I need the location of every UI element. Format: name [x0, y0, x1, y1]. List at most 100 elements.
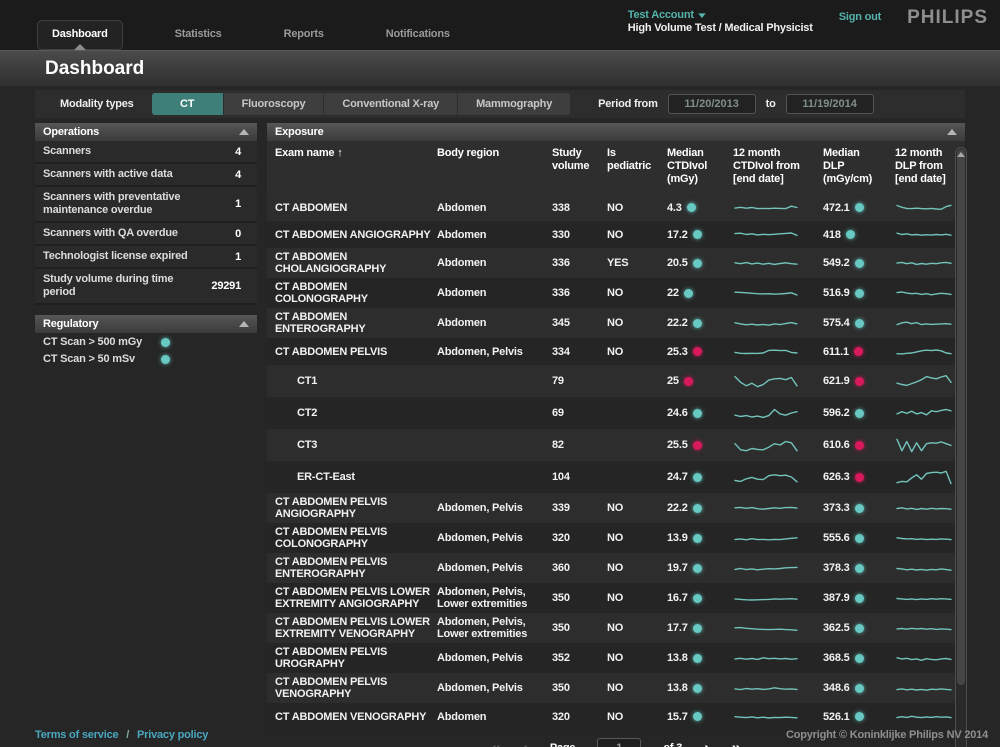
column-header[interactable]: 12 month CTDIvol from [end date]: [733, 147, 823, 186]
date-to-input[interactable]: [786, 94, 874, 114]
dlp-sparkline: [895, 681, 955, 696]
column-header[interactable]: Body region: [437, 147, 552, 186]
median-dlp-value: 362.5: [823, 622, 850, 634]
privacy-policy-link[interactable]: Privacy policy: [137, 729, 208, 741]
operations-panel-header[interactable]: Operations: [35, 123, 257, 141]
exam-name-cell[interactable]: CT ABDOMEN PELVIS ANGIOGRAPHY: [267, 496, 437, 520]
dlp-sparkline: [895, 464, 955, 490]
modality-tab-fluoroscopy[interactable]: Fluoroscopy: [224, 93, 325, 115]
median-dlp-cell: 555.6: [823, 532, 895, 544]
stat-value: 4: [235, 169, 249, 181]
median-dlp-cell: 621.9: [823, 375, 895, 387]
median-dlp-cell: 387.9: [823, 592, 895, 604]
exam-name-cell[interactable]: ER-CT-East: [267, 471, 437, 483]
exam-name-cell[interactable]: CT ABDOMEN ENTEROGRAPHY: [267, 311, 437, 335]
exam-name-cell[interactable]: CT ABDOMEN PELVIS: [267, 346, 437, 358]
operations-title: Operations: [43, 126, 99, 138]
is-pediatric-cell: NO: [607, 532, 667, 544]
column-header[interactable]: Study volume: [552, 147, 607, 186]
account-block: Test Account▼ High Volume Test / Medical…: [628, 9, 813, 35]
is-pediatric-cell: NO: [607, 682, 667, 694]
ctdivol-status-dot: [693, 259, 702, 268]
median-dlp-value: 348.6: [823, 682, 850, 694]
exam-name-cell[interactable]: CT ABDOMEN CHOLANGIOGRAPHY: [267, 251, 437, 275]
ctdivol-sparkline: [733, 316, 823, 331]
column-header[interactable]: Exam name ↑: [267, 147, 437, 186]
table-row: CT ABDOMEN PELVIS LOWER EXTREMITY ANGIOG…: [267, 583, 965, 613]
exam-name-cell[interactable]: CT ABDOMEN PELVIS LOWER EXTREMITY ANGIOG…: [267, 586, 437, 610]
median-ctdivol-cell: 13.8: [667, 682, 733, 694]
exam-name-cell[interactable]: CT ABDOMEN VENOGRAPHY: [267, 711, 437, 723]
column-header[interactable]: Median CTDIvol (mGy): [667, 147, 733, 186]
table-row: ER-CT-East10424.7626.3: [267, 461, 965, 493]
is-pediatric-cell: NO: [607, 317, 667, 329]
column-header[interactable]: 12 month DLP from [end date]: [895, 147, 955, 186]
modality-tab-mammography[interactable]: Mammography: [458, 93, 570, 115]
dlp-status-dot: [855, 203, 864, 212]
stat-label: Scanners: [43, 145, 235, 158]
ctdivol-status-dot: [693, 594, 702, 603]
median-dlp-cell: 626.3: [823, 471, 895, 483]
exam-name-cell[interactable]: CT ABDOMEN: [267, 202, 437, 214]
dlp-status-dot: [855, 473, 864, 482]
philips-logo: PHILIPS: [907, 7, 988, 29]
exam-name-cell[interactable]: CT ABDOMEN PELVIS LOWER EXTREMITY VENOGR…: [267, 616, 437, 640]
ctdivol-sparkline: [733, 256, 823, 271]
dlp-status-dot: [846, 230, 855, 239]
median-ctdivol-value: 15.7: [667, 711, 688, 723]
account-menu[interactable]: Test Account▼: [628, 9, 813, 22]
modality-tab-ct[interactable]: CT: [152, 93, 224, 115]
column-header[interactable]: Is pediatric: [607, 147, 667, 186]
period-from-label: Period from: [598, 98, 658, 110]
study-volume-cell: 350: [552, 682, 607, 694]
median-dlp-value: 611.1: [823, 346, 849, 358]
exam-name-cell[interactable]: CT ABDOMEN PELVIS COLONOGRAPHY: [267, 526, 437, 550]
modality-tab-conventional-xray[interactable]: Conventional X-ray: [324, 93, 458, 115]
stat-value: 0: [235, 228, 249, 240]
sign-out-button[interactable]: Sign out: [839, 11, 881, 23]
date-from-input[interactable]: [668, 94, 756, 114]
prev-page-icon[interactable]: ‹: [522, 739, 527, 747]
body-region-cell: Abdomen, Pelvis: [437, 502, 552, 514]
nav-tab-reports[interactable]: Reports: [274, 20, 334, 50]
ctdivol-status-dot: [693, 504, 702, 513]
nav-tab-dashboard[interactable]: Dashboard: [37, 20, 123, 50]
terms-of-service-link[interactable]: Terms of service: [35, 729, 118, 741]
study-volume-cell: 338: [552, 202, 607, 214]
scrollbar-thumb[interactable]: [957, 149, 965, 685]
nav-tab-notifications[interactable]: Notifications: [376, 20, 460, 50]
dlp-sparkline: [895, 316, 955, 331]
exam-name-cell[interactable]: CT1: [267, 375, 437, 387]
ctdivol-sparkline: [733, 501, 823, 516]
regulatory-panel-header[interactable]: Regulatory: [35, 315, 257, 333]
collapse-icon: [239, 321, 249, 327]
page-number-input[interactable]: [597, 738, 641, 747]
body-region-cell: Abdomen, Pelvis: [437, 562, 552, 574]
exam-name-cell[interactable]: CT ABDOMEN PELVIS VENOGRAPHY: [267, 676, 437, 700]
exam-name-cell[interactable]: CT ABDOMEN PELVIS UROGRAPHY: [267, 646, 437, 670]
exposure-panel-header[interactable]: Exposure: [267, 123, 965, 141]
exam-name-cell[interactable]: CT ABDOMEN ANGIOGRAPHY: [267, 229, 437, 241]
median-dlp-cell: 549.2: [823, 257, 895, 269]
first-page-icon[interactable]: «: [491, 739, 500, 747]
column-header[interactable]: Median DLP (mGy/cm): [823, 147, 895, 186]
exam-name-cell[interactable]: CT3: [267, 439, 437, 451]
active-tab-notch-icon: [74, 44, 86, 50]
dlp-sparkline: [895, 651, 955, 666]
table-row: CT ABDOMEN ANGIOGRAPHYAbdomen330NO17.241…: [267, 221, 965, 248]
exposure-title: Exposure: [275, 126, 324, 138]
nav-tab-statistics[interactable]: Statistics: [165, 20, 232, 50]
exam-name-cell[interactable]: CT ABDOMEN COLONOGRAPHY: [267, 281, 437, 305]
table-scrollbar[interactable]: [955, 147, 967, 747]
study-volume-cell: 336: [552, 257, 607, 269]
exposure-table: Exposure Exam name ↑Body regionStudy vol…: [267, 123, 965, 747]
ctdivol-status-dot: [693, 347, 702, 356]
study-volume-cell: 336: [552, 287, 607, 299]
scroll-up-icon[interactable]: [957, 152, 965, 157]
next-page-icon[interactable]: ›: [704, 739, 709, 747]
exam-name-cell[interactable]: CT ABDOMEN PELVIS ENTEROGRAPHY: [267, 556, 437, 580]
study-volume-cell: 352: [552, 652, 607, 664]
dlp-status-dot: [855, 441, 864, 450]
exam-name-cell[interactable]: CT2: [267, 407, 437, 419]
last-page-icon[interactable]: »: [732, 739, 741, 747]
